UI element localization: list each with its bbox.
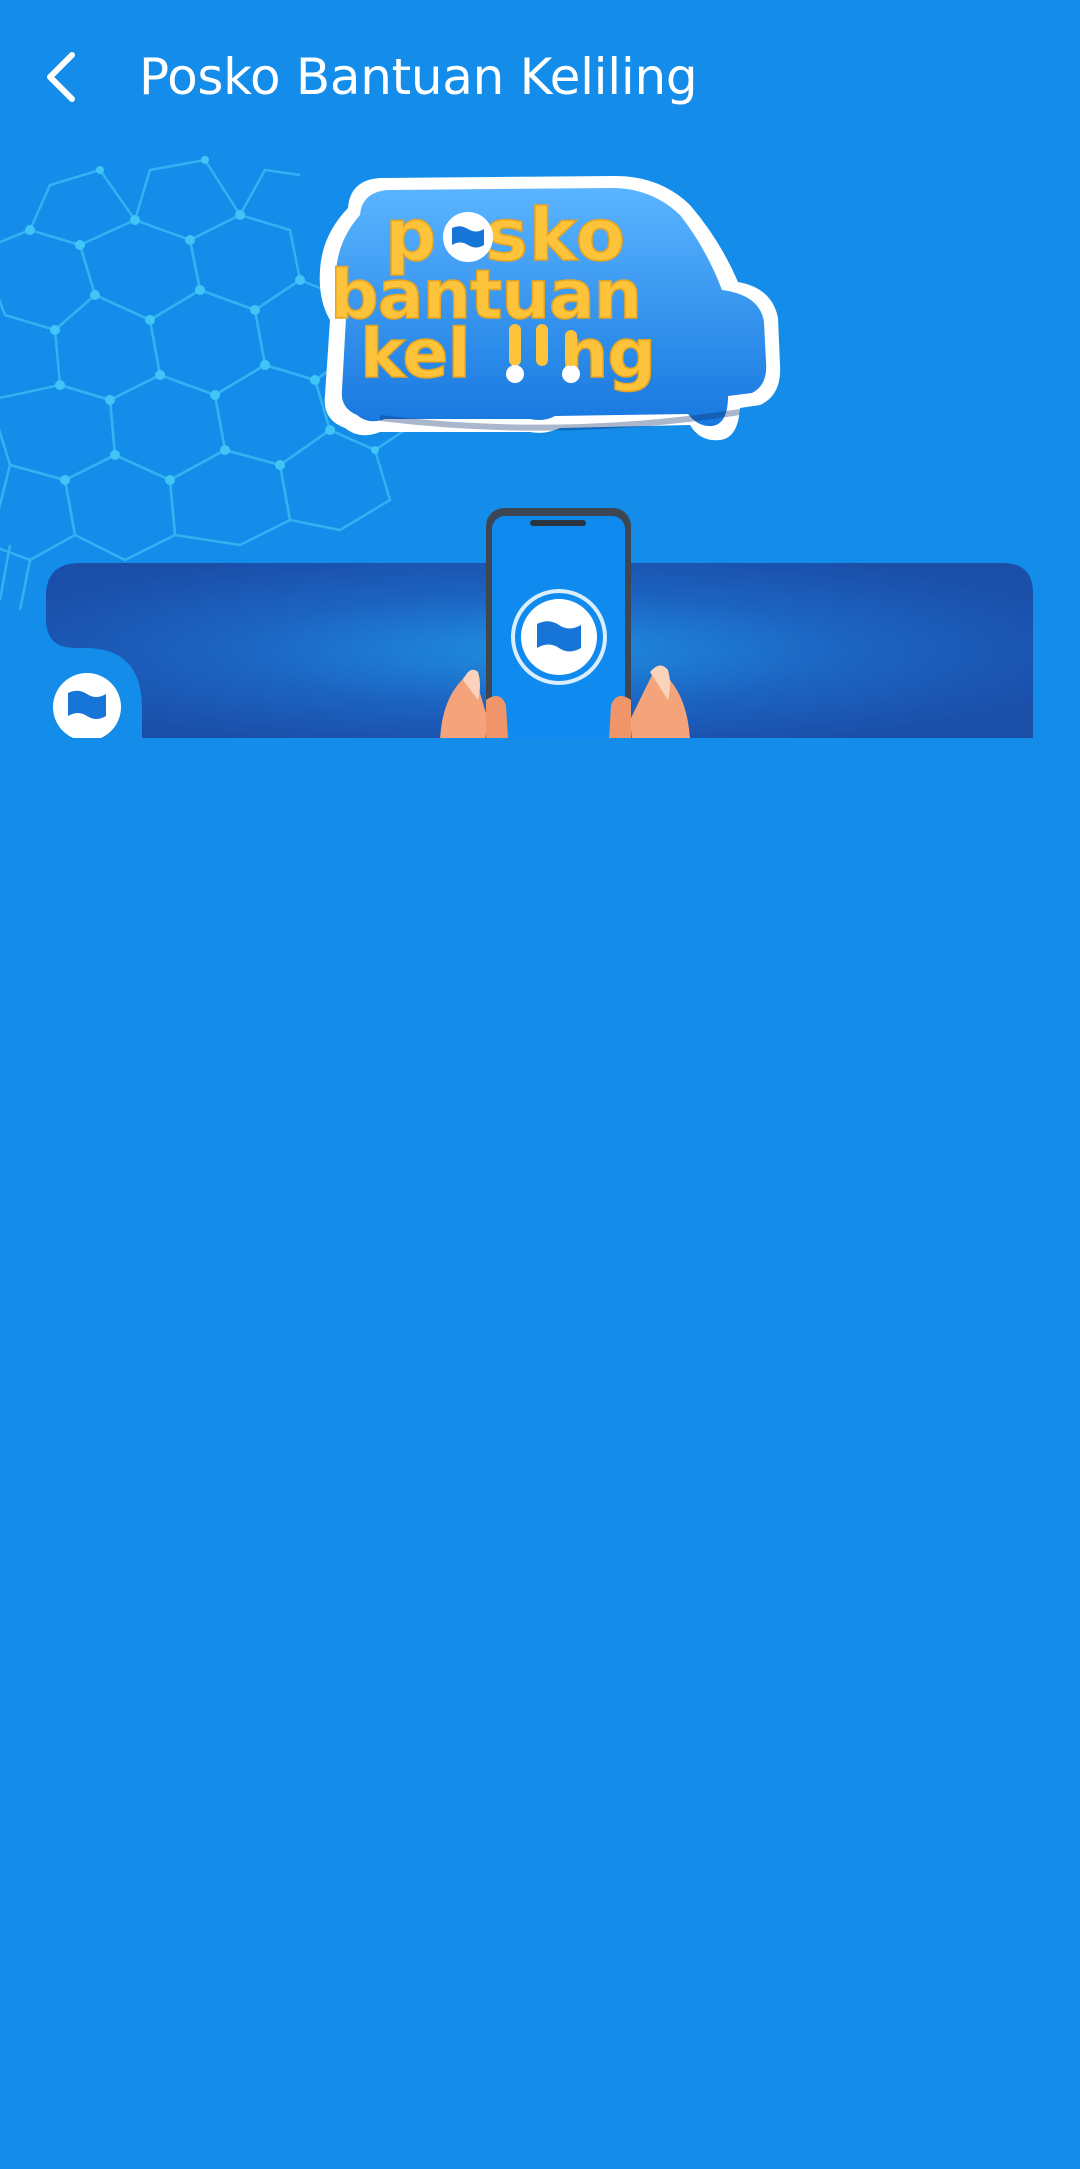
promo-banner: p sko bantuan kel ng [0,150,1080,740]
banner-illustration: p sko bantuan kel ng [0,156,1033,738]
svg-text:kel: kel [360,315,470,394]
app-bar: Posko Bantuan Keliling [0,0,1080,150]
hexagon-nodes [25,156,379,485]
page-title: Posko Bantuan Keliling [139,48,698,106]
screen: Posko Bantuan Keliling p sko bantuan kel… [0,0,1080,2169]
chevron-left-icon [47,52,75,102]
brand-badge [53,673,121,738]
posko-bantuan-keliling-logo: p sko bantuan kel ng [319,176,781,441]
back-button[interactable] [28,36,92,118]
